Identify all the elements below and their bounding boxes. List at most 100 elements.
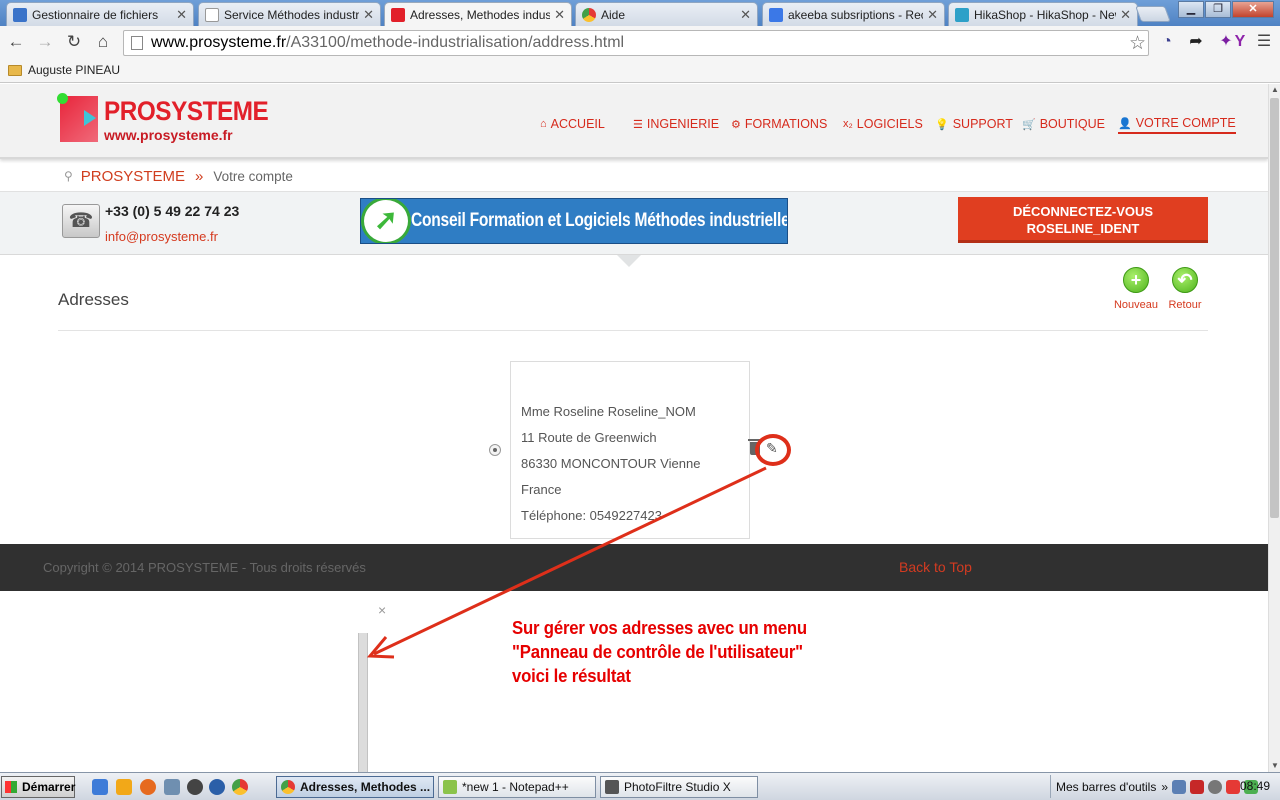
breadcrumb-current: Votre compte: [213, 168, 293, 184]
contact-band: ☎ +33 (0) 5 49 22 74 23 info@prosysteme.…: [0, 191, 1268, 255]
page-scrollbar[interactable]: ▲ ▼: [1268, 84, 1280, 772]
nav-votre-compte[interactable]: 👤 VOTRE COMPTE: [1118, 114, 1236, 134]
new-label: Nouveau: [1113, 299, 1159, 311]
minimize-button[interactable]: ▁: [1178, 1, 1204, 18]
prosysteme-icon: [391, 8, 405, 22]
back-arrow-icon: ↶: [1172, 267, 1198, 293]
tab-label: Service Méthodes industriel: [224, 7, 360, 22]
tab-hikashop[interactable]: HikaShop - HikaShop - New ✕: [948, 2, 1138, 26]
menu-icon[interactable]: ☰: [1254, 32, 1274, 52]
reload-icon[interactable]: ↻: [64, 32, 84, 52]
tab-aide[interactable]: Aide ✕: [575, 2, 758, 26]
banner: ➚ Conseil Formation et Logiciels Méthode…: [360, 198, 788, 244]
ie-icon[interactable]: [92, 779, 108, 795]
nav-boutique[interactable]: 🛒 BOUTIQUE: [1022, 114, 1105, 134]
scrollbar-thumb[interactable]: [1270, 98, 1279, 518]
network-tray-icon[interactable]: [1172, 779, 1187, 794]
annotation-note: Sur gérer vos adresses avec un menu "Pan…: [512, 616, 807, 688]
scroll-down-icon[interactable]: ▼: [1269, 760, 1280, 772]
nav-label: LOGICIELS: [856, 117, 923, 131]
close-window-button[interactable]: ✕: [1232, 1, 1274, 18]
nav-formations[interactable]: ⚙ FORMATIONS: [731, 114, 827, 134]
home-icon[interactable]: ⌂: [93, 32, 113, 52]
nav-support[interactable]: 💡 SUPPORT: [935, 114, 1013, 134]
nav-logiciels[interactable]: x₂ LOGICIELS: [843, 114, 923, 134]
start-button[interactable]: Démarrer: [1, 776, 75, 798]
settings-icon[interactable]: [187, 779, 203, 795]
breadcrumb-home[interactable]: PROSYSTEME: [81, 168, 185, 185]
hikashop-icon: [955, 7, 969, 22]
task-label: *new 1 - Notepad++: [462, 780, 569, 794]
logout-button[interactable]: DÉCONNECTEZ-VOUS ROSELINE_IDENT: [958, 197, 1208, 243]
forward-arrow-icon[interactable]: →: [35, 32, 55, 52]
tab-adresses[interactable]: Adresses, Methodes industri ✕: [384, 2, 572, 27]
new-tab-button[interactable]: [1135, 6, 1171, 22]
user-icon: 👤: [1118, 117, 1132, 130]
nav-accueil[interactable]: ⌂ ACCUEIL: [540, 114, 605, 134]
logo-title[interactable]: PROSYSTEME: [104, 96, 269, 127]
firefox-icon[interactable]: [140, 779, 156, 795]
close-icon[interactable]: ✕: [740, 7, 751, 23]
media-player-icon[interactable]: [209, 779, 225, 795]
address-city: 86330 MONCONTOUR Vienne: [521, 456, 701, 471]
modal-scrollbar[interactable]: [358, 633, 368, 772]
close-icon[interactable]: ✕: [927, 7, 938, 23]
clock-tray-icon[interactable]: [1208, 779, 1223, 794]
close-icon[interactable]: ✕: [1120, 7, 1131, 23]
task-chrome-window[interactable]: Adresses, Methodes ...: [276, 776, 434, 798]
back-button[interactable]: ↶ Retour: [1159, 267, 1211, 311]
bookmark-folder[interactable]: Auguste PINEAU: [8, 63, 120, 77]
share-arrow-icon[interactable]: ➦: [1186, 32, 1206, 52]
yahoo-icon[interactable]: Y: [1230, 32, 1250, 52]
close-icon[interactable]: ✕: [554, 7, 565, 23]
task-photofiltre-window[interactable]: PhotoFiltre Studio X: [600, 776, 758, 798]
chevron-right-icon[interactable]: »: [1161, 780, 1168, 794]
cogs-icon: ⚙: [731, 118, 741, 131]
copyright: Copyright © 2014 PROSYSTEME - Tous droit…: [43, 560, 366, 575]
site-footer: Copyright © 2014 PROSYSTEME - Tous droit…: [0, 544, 1268, 591]
chrome-icon: [582, 7, 596, 22]
tab-label: HikaShop - HikaShop - New: [974, 7, 1117, 22]
contact-email[interactable]: info@prosysteme.fr: [105, 229, 218, 244]
tab-label: akeeba subsriptions - Reche: [788, 7, 923, 22]
photofiltre-icon: [605, 780, 619, 794]
task-notepad-window[interactable]: *new 1 - Notepad++: [438, 776, 596, 798]
tab-file-manager[interactable]: Gestionnaire de fichiers ✕: [6, 2, 194, 26]
logo-url: www.prosysteme.fr: [104, 127, 233, 143]
chrome-icon[interactable]: [232, 779, 248, 795]
page-icon: [205, 7, 219, 22]
antivirus-icon[interactable]: [1226, 779, 1241, 794]
default-address-radio[interactable]: [489, 444, 501, 456]
tab-label: Aide: [601, 7, 626, 22]
scroll-up-icon[interactable]: ▲: [1269, 84, 1280, 96]
annotation-line: voici le résultat: [512, 666, 631, 686]
network-icon[interactable]: [164, 779, 180, 795]
speedometer-icon[interactable]: ◔: [1157, 32, 1177, 52]
outlook-icon[interactable]: [116, 779, 132, 795]
subscript-icon: x₂: [843, 118, 853, 130]
bookmark-star-icon[interactable]: ☆: [1129, 32, 1146, 55]
breadcrumb-separator: »: [194, 167, 204, 185]
close-icon[interactable]: ×: [378, 602, 386, 618]
address-bar[interactable]: www.prosysteme.fr/A33100/methode-industr…: [123, 30, 1149, 56]
tab-service-methodes[interactable]: Service Méthodes industriel ✕: [198, 2, 381, 26]
tab-akeeba-search[interactable]: akeeba subsriptions - Reche ✕: [762, 2, 945, 26]
close-icon[interactable]: ✕: [363, 7, 374, 23]
back-arrow-icon[interactable]: ←: [6, 32, 26, 52]
nav-label: SUPPORT: [952, 117, 1013, 131]
address-phone: Téléphone: 0549227423: [521, 508, 662, 523]
page-title: Adresses: [58, 290, 129, 309]
chrome-icon: [281, 780, 295, 794]
back-to-top-link[interactable]: Back to Top: [899, 559, 972, 575]
volume-muted-icon[interactable]: [1190, 779, 1205, 794]
back-label: Retour: [1168, 299, 1202, 311]
task-label: PhotoFiltre Studio X: [624, 780, 731, 794]
site-header: PROSYSTEME www.prosysteme.fr ⌂ ACCUEIL ☰ I…: [0, 84, 1268, 159]
close-icon[interactable]: ✕: [176, 7, 187, 23]
nav-ingenierie[interactable]: ☰ INGENIERIE: [633, 114, 719, 134]
toolbars-label[interactable]: Mes barres d'outils: [1056, 780, 1156, 794]
maximize-button[interactable]: ❐: [1205, 1, 1231, 18]
divider: [58, 330, 1208, 331]
address-card: Mme Roseline Roseline_NOM 11 Route de Gr…: [510, 361, 750, 539]
new-address-button[interactable]: + Nouveau: [1110, 267, 1162, 311]
